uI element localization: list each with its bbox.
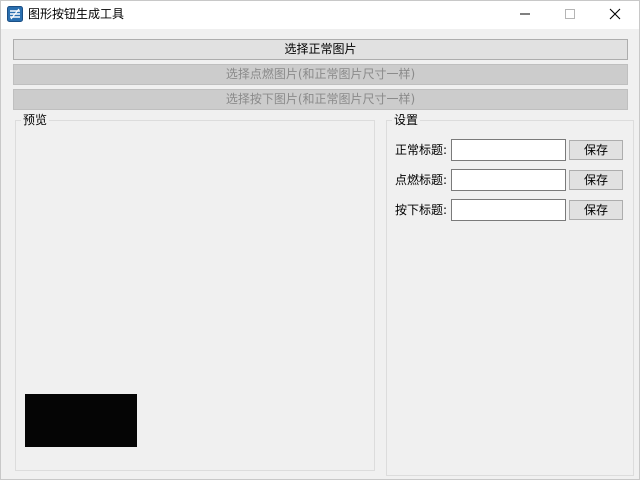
main-window: 图形按钮生成工具 选择正常图片 选择点燃图片(和正常图片尺寸一样) 选择按下图片… bbox=[0, 0, 640, 480]
select-hover-image-button[interactable]: 选择点燃图片(和正常图片尺寸一样) bbox=[13, 64, 628, 85]
hover-title-input[interactable] bbox=[451, 169, 566, 191]
preview-group-label: 预览 bbox=[21, 113, 50, 127]
select-pressed-image-button[interactable]: 选择按下图片(和正常图片尺寸一样) bbox=[13, 89, 628, 110]
settings-group-label: 设置 bbox=[392, 113, 421, 127]
pressed-title-input[interactable] bbox=[451, 199, 566, 221]
window-title: 图形按钮生成工具 bbox=[28, 7, 125, 21]
select-normal-image-button[interactable]: 选择正常图片 bbox=[13, 39, 628, 60]
hover-title-label: 点燃标题: bbox=[395, 173, 448, 187]
pressed-title-save-button[interactable]: 保存 bbox=[569, 200, 623, 220]
normal-title-label: 正常标题: bbox=[395, 143, 448, 157]
close-icon bbox=[609, 8, 621, 23]
preview-image bbox=[25, 394, 137, 447]
normal-title-input[interactable] bbox=[451, 139, 566, 161]
hover-title-save-button[interactable]: 保存 bbox=[569, 170, 623, 190]
minimize-icon bbox=[520, 8, 530, 22]
minimize-button[interactable] bbox=[502, 1, 548, 29]
close-button[interactable] bbox=[592, 1, 638, 29]
maximize-icon bbox=[565, 8, 575, 22]
app-icon bbox=[7, 6, 23, 22]
maximize-button[interactable] bbox=[547, 1, 593, 29]
title-bar[interactable]: 图形按钮生成工具 bbox=[1, 1, 639, 29]
normal-title-save-button[interactable]: 保存 bbox=[569, 140, 623, 160]
pressed-title-label: 按下标题: bbox=[395, 203, 448, 217]
